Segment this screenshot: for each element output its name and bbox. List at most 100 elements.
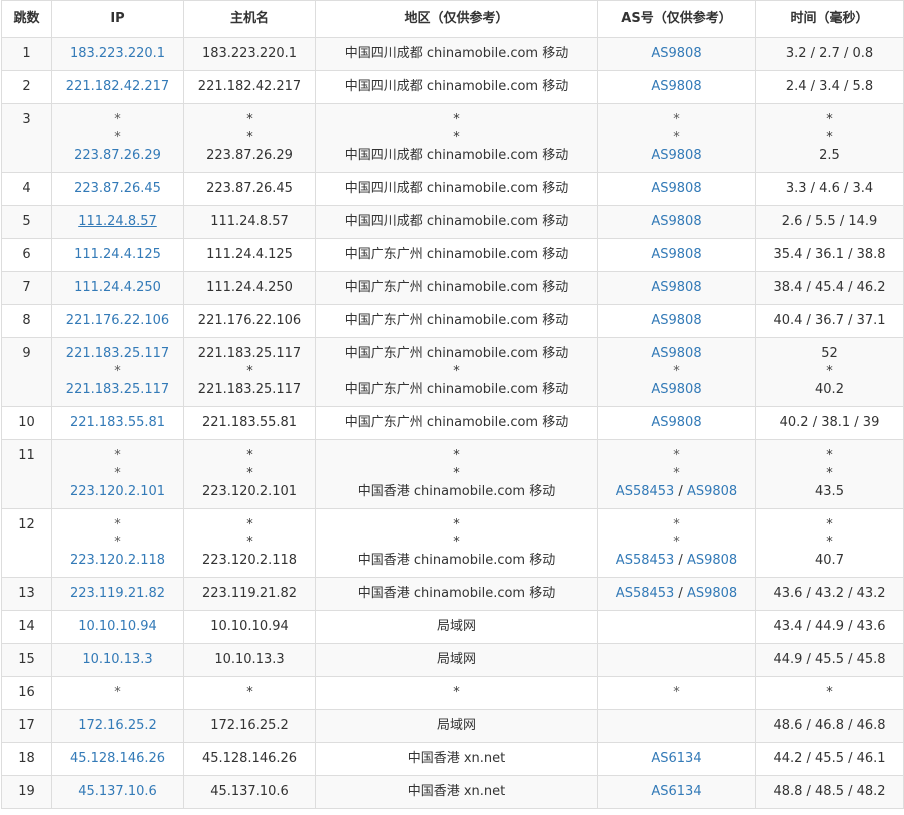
time-text: 43.4 / 44.9 / 43.6 bbox=[773, 619, 886, 634]
as-link[interactable]: AS9808 bbox=[651, 181, 701, 196]
hostname-cell: * * 223.87.26.29 bbox=[183, 103, 316, 173]
region-cell: 中国四川成都 chinamobile.com 移动 bbox=[315, 70, 598, 104]
hostname-text: 223.87.26.29 bbox=[206, 148, 293, 163]
hop-number: 11 bbox=[1, 439, 52, 509]
as-link[interactable]: AS58453 bbox=[616, 484, 675, 499]
ip-link[interactable]: 223.87.26.29 bbox=[56, 147, 179, 165]
as-link[interactable]: AS9808 bbox=[651, 247, 701, 262]
region-text: * bbox=[453, 112, 460, 127]
ip-link[interactable]: 223.119.21.82 bbox=[56, 585, 179, 603]
ip-link[interactable]: 111.24.4.250 bbox=[56, 279, 179, 297]
region-text: 中国香港 xn.net bbox=[407, 784, 506, 799]
ip-link[interactable]: 45.128.146.26 bbox=[56, 750, 179, 768]
as-link[interactable]: AS58453 bbox=[616, 586, 675, 601]
region-cell: 局域网 bbox=[315, 709, 598, 743]
ip-cell: 172.16.25.2 bbox=[51, 709, 184, 743]
hostname-cell: 221.183.55.81 bbox=[183, 406, 316, 440]
hop-number: 15 bbox=[1, 643, 52, 677]
as-link[interactable]: AS9808 bbox=[651, 415, 701, 430]
region-cell: 中国广东广州 chinamobile.com 移动 bbox=[315, 271, 598, 305]
region-text: * bbox=[453, 517, 460, 532]
ip-link[interactable]: 221.183.25.117 bbox=[56, 381, 179, 399]
region-cell: 中国广东广州 chinamobile.com 移动 * 中国广东广州 chinamo… bbox=[315, 337, 598, 407]
as-link[interactable]: AS9808 bbox=[651, 280, 701, 295]
ip-cell: * * 223.87.26.29 bbox=[51, 103, 184, 173]
table-row: 10 221.183.55.81 221.183.55.81 中国广东广州 china… bbox=[1, 406, 904, 440]
hostname-cell: 221.182.42.217 bbox=[183, 70, 316, 104]
time-text: 40.2 bbox=[815, 382, 844, 397]
region-cell: 中国广东广州 chinamobile.com 移动 bbox=[315, 406, 598, 440]
region-text: 中国广东广州 chinamobile.com 移动 bbox=[344, 313, 569, 328]
hostname-cell: 10.10.13.3 bbox=[183, 643, 316, 677]
time-cell: 40.4 / 36.7 / 37.1 bbox=[755, 304, 904, 338]
as-line: * bbox=[602, 447, 751, 465]
as-link[interactable]: AS9808 bbox=[651, 346, 701, 361]
as-line: AS58453 / AS9808 bbox=[602, 585, 751, 603]
as-link[interactable]: AS9808 bbox=[651, 382, 701, 397]
table-row: 7 111.24.4.250 111.24.4.250 中国广东广州 chinamob… bbox=[1, 271, 904, 305]
ip-cell: 183.223.220.1 bbox=[51, 37, 184, 71]
ip-cell: 111.24.4.250 bbox=[51, 271, 184, 305]
as-link[interactable]: AS9808 bbox=[687, 586, 737, 601]
as-link[interactable]: AS9808 bbox=[651, 313, 701, 328]
header-hop: 跳数 bbox=[1, 0, 52, 38]
time-cell: * * 43.5 bbox=[755, 439, 904, 509]
as-line: AS6134 bbox=[602, 783, 751, 801]
ip-link[interactable]: 111.24.8.57 bbox=[56, 213, 179, 231]
time-cell: 35.4 / 36.1 / 38.8 bbox=[755, 238, 904, 272]
as-link[interactable]: AS58453 bbox=[616, 553, 675, 568]
ip-link[interactable]: 10.10.13.3 bbox=[56, 651, 179, 669]
as-link[interactable]: AS6134 bbox=[651, 784, 701, 799]
as-link[interactable]: AS9808 bbox=[651, 214, 701, 229]
hostname-text: 221.183.25.117 bbox=[197, 346, 302, 361]
hostname-cell: 45.128.146.26 bbox=[183, 742, 316, 776]
ip-link[interactable]: 45.137.10.6 bbox=[56, 783, 179, 801]
ip-cell: 10.10.10.94 bbox=[51, 610, 184, 644]
ip-link[interactable]: 111.24.4.125 bbox=[56, 246, 179, 264]
ip-link[interactable]: 183.223.220.1 bbox=[56, 45, 179, 63]
hop-number: 2 bbox=[1, 70, 52, 104]
ip-link[interactable]: 221.183.25.117 bbox=[56, 345, 179, 363]
hop-number: 6 bbox=[1, 238, 52, 272]
as-cell: AS9808 bbox=[597, 37, 756, 71]
time-text: 3.2 / 2.7 / 0.8 bbox=[785, 46, 874, 61]
as-link[interactable]: AS9808 bbox=[651, 46, 701, 61]
as-timeout: * bbox=[673, 364, 680, 379]
as-link[interactable]: AS9808 bbox=[651, 148, 701, 163]
ip-timeout: * bbox=[114, 517, 121, 532]
table-row: 14 10.10.10.94 10.10.10.94 局域网 43.4 / 44.9 … bbox=[1, 610, 904, 644]
hostname-text: 221.182.42.217 bbox=[197, 79, 302, 94]
as-line bbox=[602, 717, 751, 735]
ip-cell: 221.183.25.117 * 221.183.25.117 bbox=[51, 337, 184, 407]
as-link[interactable]: AS6134 bbox=[651, 751, 701, 766]
hop-number: 9 bbox=[1, 337, 52, 407]
hop-number: 18 bbox=[1, 742, 52, 776]
region-text: 中国四川成都 chinamobile.com 移动 bbox=[344, 214, 569, 229]
ip-link[interactable]: 223.87.26.45 bbox=[56, 180, 179, 198]
ip-link[interactable]: 221.183.55.81 bbox=[56, 414, 179, 432]
as-link[interactable]: AS9808 bbox=[651, 79, 701, 94]
ip-timeout: * bbox=[114, 130, 121, 145]
ip-link[interactable]: 223.120.2.101 bbox=[56, 483, 179, 501]
ip-link[interactable]: 223.120.2.118 bbox=[56, 552, 179, 570]
hop-number: 8 bbox=[1, 304, 52, 338]
hostname-cell: 111.24.8.57 bbox=[183, 205, 316, 239]
hop-number: 1 bbox=[1, 37, 52, 71]
hostname-text: 45.128.146.26 bbox=[201, 751, 298, 766]
as-cell: AS9808 bbox=[597, 238, 756, 272]
time-cell: 3.2 / 2.7 / 0.8 bbox=[755, 37, 904, 71]
as-link[interactable]: AS9808 bbox=[687, 553, 737, 568]
ip-link[interactable]: 10.10.10.94 bbox=[56, 618, 179, 636]
as-cell bbox=[597, 610, 756, 644]
ip-link[interactable]: 172.16.25.2 bbox=[56, 717, 179, 735]
ip-link[interactable]: 221.182.42.217 bbox=[56, 78, 179, 96]
time-text: 43.6 / 43.2 / 43.2 bbox=[773, 586, 886, 601]
region-text: 中国广东广州 chinamobile.com 移动 bbox=[344, 382, 569, 397]
table-row: 3 * * 223.87.26.29 * * 223.87.26.29 * * 中国四川成都 ch… bbox=[1, 103, 904, 173]
ip-link[interactable]: 221.176.22.106 bbox=[56, 312, 179, 330]
table-row: 2 221.182.42.217 221.182.42.217 中国四川成都 chin… bbox=[1, 70, 904, 104]
time-text: 44.9 / 45.5 / 45.8 bbox=[773, 652, 886, 667]
ip-timeout: * bbox=[114, 364, 121, 379]
hostname-text: 111.24.8.57 bbox=[210, 214, 289, 229]
as-link[interactable]: AS9808 bbox=[687, 484, 737, 499]
